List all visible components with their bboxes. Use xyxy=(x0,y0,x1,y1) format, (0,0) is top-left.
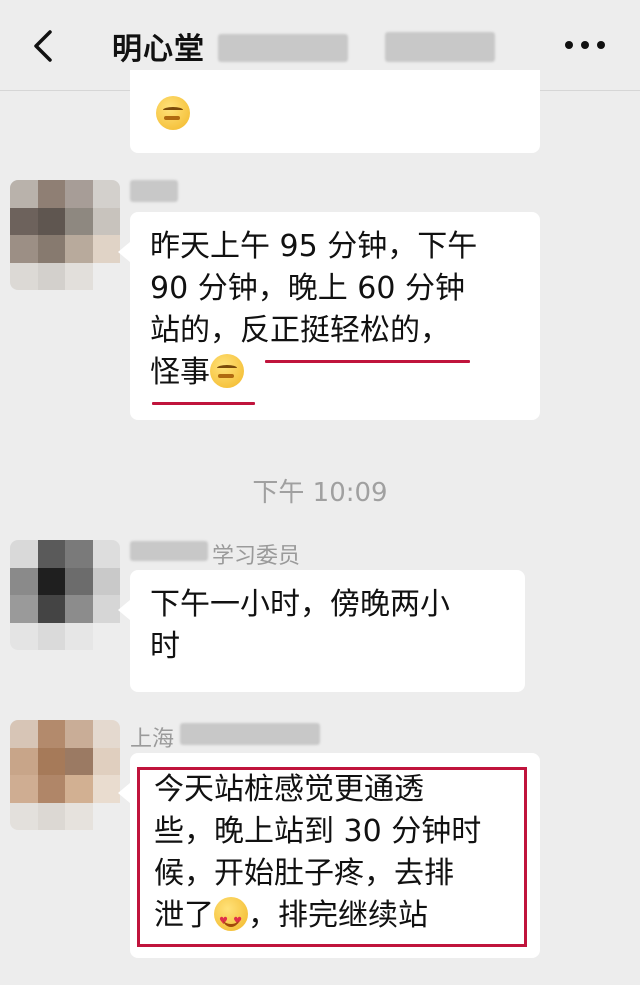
message-line: 时 xyxy=(150,629,180,664)
message-bubble[interactable]: 下午一小时，傍晚两小 时 xyxy=(118,570,525,692)
redacted-sender xyxy=(130,180,178,202)
highlight-underline xyxy=(265,360,470,363)
redacted-sender xyxy=(180,723,320,745)
chevron-left-icon[interactable] xyxy=(30,28,60,64)
sender-name: 学习委员 xyxy=(212,544,301,569)
timestamp: 下午 10:09 xyxy=(252,478,388,508)
message-line: 90 分钟，晚上 60 分钟 xyxy=(150,271,465,306)
avatar[interactable] xyxy=(10,540,120,650)
message-bubble[interactable] xyxy=(130,70,540,153)
highlight-box xyxy=(137,767,527,947)
message-line: 下午一小时，傍晚两小 xyxy=(150,587,450,622)
redacted-title xyxy=(385,32,495,62)
message-line: 昨天上午 95 分钟，下午 xyxy=(150,229,478,264)
message-bubble[interactable]: 昨天上午 95 分钟，下午 90 分钟，晚上 60 分钟 站的，反正挺轻松的， … xyxy=(118,212,540,420)
thinking-emoji-icon xyxy=(156,96,190,130)
chat-title: 明心堂 xyxy=(112,32,205,67)
thinking-emoji-icon xyxy=(210,354,244,388)
more-dots-icon[interactable] xyxy=(565,38,605,52)
redacted-title xyxy=(218,34,348,62)
highlight-underline xyxy=(152,402,255,405)
avatar[interactable] xyxy=(10,720,120,830)
redacted-sender xyxy=(130,541,208,561)
sender-name: 上海 xyxy=(130,727,175,752)
message-line: 站的，反正挺轻松的， xyxy=(150,313,450,348)
avatar[interactable] xyxy=(10,180,120,290)
message-line: 怪事 xyxy=(150,355,210,390)
